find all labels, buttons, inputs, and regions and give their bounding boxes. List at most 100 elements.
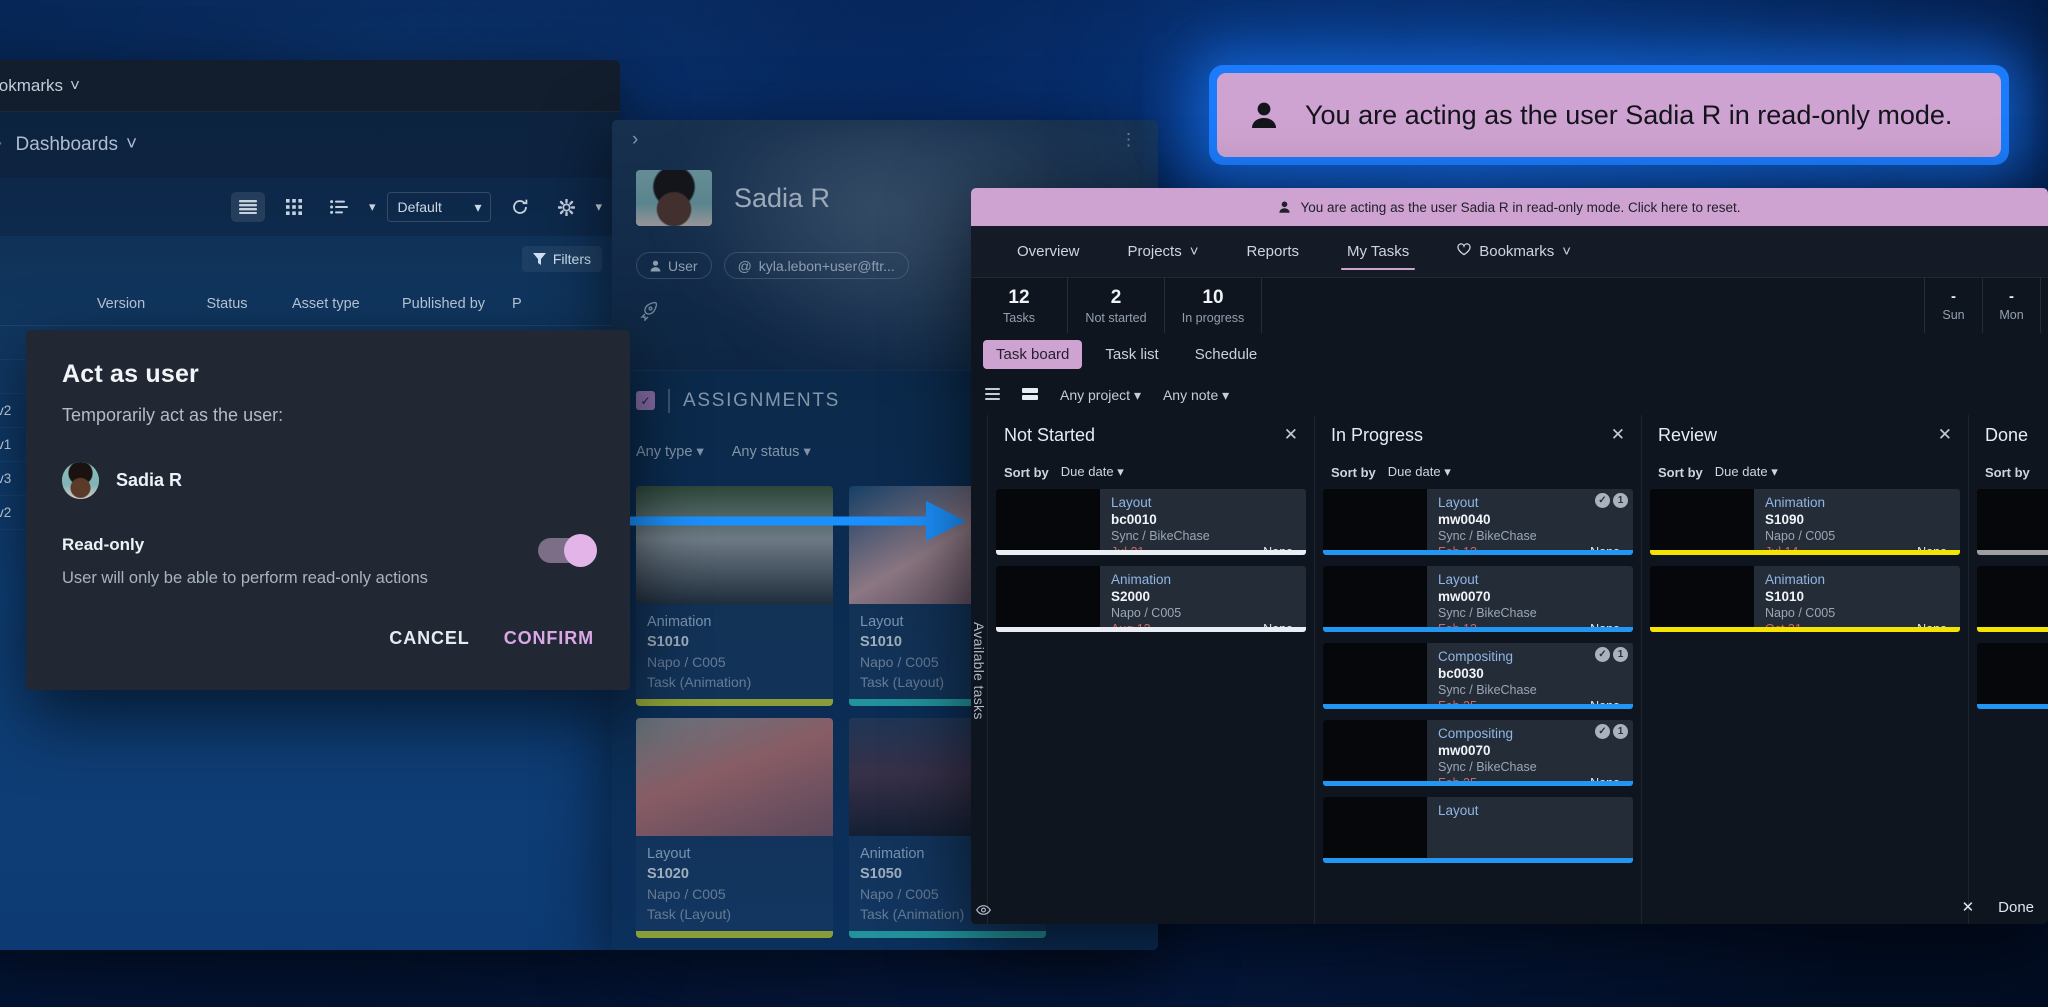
- preset-select[interactable]: Default ▾: [387, 192, 492, 222]
- card-project: Sync / BikeChase: [1438, 606, 1537, 620]
- task-card[interactable]: Layoutmw0040Sync / BikeChaseFeb 12None✓1: [1323, 489, 1633, 555]
- note-count-badge: 1: [1613, 493, 1628, 508]
- chip-role: User: [636, 252, 712, 279]
- tab-my-tasks[interactable]: My Tasks: [1323, 226, 1433, 278]
- card-type: Animation: [1765, 572, 1826, 587]
- tab-label: Overview: [1017, 243, 1080, 260]
- card-status-strip: [636, 699, 833, 706]
- tab-label: Projects: [1127, 243, 1182, 260]
- cancel-button[interactable]: CANCEL: [389, 628, 469, 649]
- act-as-user-dialog: Act as user Temporarily act as the user:…: [26, 330, 630, 690]
- tab-bookmarks[interactable]: Bookmarks ˅: [1433, 226, 1595, 278]
- close-icon[interactable]: ✕: [1938, 425, 1952, 445]
- sort-by-value[interactable]: Due date ▾: [1388, 464, 1451, 480]
- dialog-user-name: Sadia R: [116, 470, 183, 490]
- tab-projects[interactable]: Projects ˅: [1104, 226, 1223, 278]
- sort-by-label: Sort by: [1985, 464, 2030, 480]
- task-card[interactable]: Compositingmw0070Sync / BikeChaseFeb 25N…: [1323, 720, 1633, 786]
- card-status-bar: [1323, 704, 1633, 709]
- sort-by-value[interactable]: Due date ▾: [1061, 464, 1124, 480]
- confirm-button[interactable]: CONFIRM: [504, 628, 594, 649]
- card-shot: bc0010: [1111, 512, 1157, 527]
- assignment-card[interactable]: Animation S1010 Napo / C005 Task (Animation…: [636, 486, 833, 706]
- card-thumbnail: [1323, 643, 1427, 709]
- grid-view-icon[interactable]: [277, 192, 311, 222]
- profile-name: Sadia R: [734, 182, 831, 213]
- column-published-by: Published by: [402, 295, 486, 312]
- readonly-description: User will only be able to perform read-o…: [62, 569, 428, 587]
- task-card[interactable]: Compositingbc0030Sync / BikeChaseFeb 25N…: [1323, 643, 1633, 709]
- card-icon[interactable]: [1022, 387, 1038, 403]
- view-schedule[interactable]: Schedule: [1182, 340, 1271, 369]
- avatar: [636, 170, 712, 226]
- chevron-right-icon[interactable]: ›: [632, 129, 638, 151]
- readonly-toggle[interactable]: [538, 534, 597, 567]
- task-card[interactable]: AnimationS1090Napo / C005Jul 14None: [1650, 489, 1960, 555]
- card-thumbnail: [636, 718, 833, 836]
- more-vertical-icon[interactable]: ⋮: [1120, 130, 1138, 150]
- stat-value: 10: [1202, 286, 1224, 308]
- tab-overview[interactable]: Overview: [993, 226, 1104, 278]
- readonly-banner-text: You are acting as the user Sadia R in re…: [1300, 199, 1741, 215]
- task-card[interactable]: [1977, 566, 2048, 632]
- close-icon[interactable]: ✕: [1962, 898, 1975, 916]
- view-task-board[interactable]: Task board: [983, 339, 1083, 369]
- list-view-icon[interactable]: [230, 192, 265, 222]
- readonly-banner[interactable]: You are acting as the user Sadia R in re…: [971, 188, 2048, 226]
- filter-any-status[interactable]: Any status ▾: [732, 444, 811, 460]
- eye-icon[interactable]: [975, 905, 991, 915]
- calendar-day-mon: - Mon: [1982, 278, 2040, 333]
- card-shot: mw0040: [1438, 512, 1491, 527]
- stat-tasks: 12 Tasks: [971, 278, 1068, 333]
- task-card[interactable]: [1977, 643, 2048, 709]
- card-project: Sync / BikeChase: [1111, 529, 1210, 543]
- card-project: Napo / C005: [1111, 606, 1182, 620]
- card-type: Layout: [647, 846, 691, 862]
- readonly-toast[interactable]: You are acting as the user Sadia R in re…: [1209, 65, 2009, 165]
- available-tasks-rail[interactable]: Available tasks: [971, 415, 991, 924]
- view-task-list[interactable]: Task list: [1092, 340, 1171, 369]
- list-icon[interactable]: [985, 387, 1000, 403]
- chevron-down-icon: ▾: [1444, 464, 1451, 479]
- stat-not-started: 2 Not started: [1068, 278, 1165, 333]
- task-card[interactable]: AnimationS1010Napo / C005Oct 21None: [1650, 566, 1960, 632]
- chevron-down-icon: ▾: [696, 444, 704, 460]
- tab-reports[interactable]: Reports: [1222, 226, 1323, 278]
- assignment-card[interactable]: Layout S1020 Napo / C005 Task (Layout): [636, 718, 833, 938]
- sort-by-value[interactable]: Due date ▾: [1715, 464, 1778, 480]
- close-icon[interactable]: ✕: [1284, 425, 1298, 445]
- task-card[interactable]: AnimationS2000Napo / C005Aug 12None: [996, 566, 1306, 632]
- chevron-down-icon: ˅: [70, 75, 80, 95]
- bookmarks-label: Bookmarks: [0, 75, 64, 95]
- asset-table-header: Version Status Asset type Published by P: [0, 282, 620, 326]
- task-card[interactable]: [1977, 489, 2048, 555]
- calendar-label: Sun: [1942, 308, 1965, 322]
- filter-any-note[interactable]: Any note ▾: [1163, 387, 1229, 404]
- column-version: Version: [96, 295, 146, 312]
- avatar: [62, 462, 99, 499]
- close-icon[interactable]: ✕: [1611, 425, 1625, 445]
- card-thumbnail: [996, 489, 1100, 555]
- filter-any-project[interactable]: Any project ▾: [1060, 387, 1141, 404]
- gear-icon[interactable]: [549, 192, 583, 222]
- dashboards-menu[interactable]: Dashboards ˅: [16, 134, 138, 156]
- card-project: Sync / BikeChase: [1438, 760, 1537, 774]
- refresh-icon[interactable]: [503, 192, 537, 222]
- task-card[interactable]: Layoutmw0070Sync / BikeChaseFeb 13None: [1323, 566, 1633, 632]
- done-button[interactable]: Done: [1998, 899, 2034, 916]
- task-card[interactable]: Layout: [1323, 797, 1633, 863]
- tab-label: Reports: [1246, 243, 1299, 260]
- card-thumbnail: [1323, 797, 1427, 863]
- sidebar-collapse-icon[interactable]: ▾: [0, 136, 2, 154]
- column-published-date: P: [512, 295, 522, 312]
- bookmarks-menu[interactable]: Bookmarks ˅: [0, 76, 80, 96]
- stat-label: Tasks: [1003, 310, 1035, 325]
- card-thumbnail: [1977, 643, 2048, 709]
- group-by-icon[interactable]: [323, 192, 357, 222]
- card-shot: S1010: [1765, 589, 1805, 604]
- filter-any-type[interactable]: Any type ▾: [636, 444, 704, 460]
- card-status-bar: [1323, 550, 1633, 555]
- filters-button[interactable]: Filters: [521, 246, 602, 272]
- card-status-bar: [1323, 781, 1633, 786]
- task-card[interactable]: Layoutbc0010Sync / BikeChaseJul 21None: [996, 489, 1306, 555]
